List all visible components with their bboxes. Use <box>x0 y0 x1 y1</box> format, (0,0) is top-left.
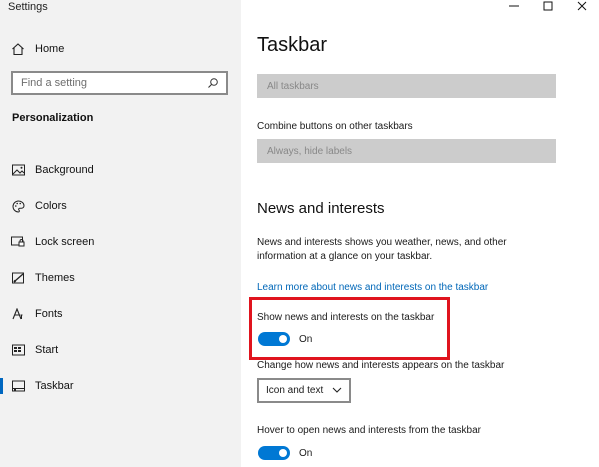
change-appearance-label: Change how news and interests appears on… <box>257 360 505 371</box>
palette-icon <box>11 199 25 213</box>
learn-more-link[interactable]: Learn more about news and interests on t… <box>257 282 488 293</box>
page-title: Taskbar <box>257 34 328 56</box>
sidebar-item-taskbar[interactable]: Taskbar <box>0 368 241 404</box>
nav-home-label: Home <box>35 43 65 55</box>
maximize-icon <box>543 0 553 16</box>
nav-home[interactable]: Home <box>10 38 64 60</box>
sidebar-item-label: Taskbar <box>35 380 74 392</box>
image-icon <box>11 163 25 177</box>
minimize-icon <box>509 0 519 16</box>
home-icon <box>10 41 26 57</box>
themes-icon <box>11 271 25 285</box>
toggle-knob <box>279 449 287 457</box>
news-description: News and interests shows you weather, ne… <box>257 237 507 262</box>
hover-open-label: Hover to open news and interests from th… <box>257 425 482 436</box>
hover-open-state: On <box>299 448 313 459</box>
main-panel: Taskbar All taskbars Combine buttons on … <box>241 0 599 467</box>
lock-screen-icon <box>11 235 25 249</box>
show-news-state: On <box>299 334 313 345</box>
sidebar-item-lock-screen[interactable]: Lock screen <box>0 224 241 260</box>
show-news-toggle[interactable] <box>258 332 290 346</box>
sidebar-item-label: Fonts <box>35 308 63 320</box>
news-heading: News and interests <box>257 200 385 217</box>
show-news-label: Show news and interests on the taskbar <box>257 312 435 323</box>
sidebar-item-label: Colors <box>35 200 67 212</box>
sidebar-item-colors[interactable]: Colors <box>0 188 241 224</box>
chevron-down-icon <box>332 385 342 396</box>
search-input[interactable] <box>21 77 206 89</box>
sidebar-item-label: Background <box>35 164 94 176</box>
search-box[interactable] <box>11 71 228 95</box>
section-heading: Personalization <box>12 112 94 124</box>
maximize-button[interactable] <box>531 0 565 14</box>
nav-list: Background Colors Lock screen Themes Fon… <box>0 152 241 404</box>
sidebar-item-background[interactable]: Background <box>0 152 241 188</box>
sidebar-item-fonts[interactable]: Fonts <box>0 296 241 332</box>
taskbars-dropdown: All taskbars <box>257 74 556 98</box>
combine-dropdown: Always, hide labels <box>257 139 556 163</box>
hover-open-toggle[interactable] <box>258 446 290 460</box>
sidebar-item-themes[interactable]: Themes <box>0 260 241 296</box>
highlight-box <box>249 297 450 360</box>
sidebar-item-label: Start <box>35 344 59 356</box>
appearance-select-value: Icon and text <box>266 385 324 396</box>
minimize-button[interactable] <box>497 0 531 14</box>
sidebar-item-start[interactable]: Start <box>0 332 241 368</box>
window-controls <box>497 0 599 14</box>
search-icon[interactable] <box>206 76 220 90</box>
appearance-select[interactable]: Icon and text <box>257 378 351 403</box>
app-title: Settings <box>8 1 48 13</box>
sidebar-item-label: Themes <box>35 272 75 284</box>
fonts-icon <box>11 307 25 321</box>
toggle-knob <box>279 335 287 343</box>
sidebar: Settings Home Personalization Background… <box>0 0 241 467</box>
close-button[interactable] <box>565 0 599 14</box>
sidebar-item-label: Lock screen <box>35 236 95 248</box>
taskbar-icon <box>11 379 25 393</box>
close-icon <box>577 0 587 16</box>
resize-grip-icon[interactable] <box>447 462 451 467</box>
start-icon <box>11 343 25 357</box>
combine-label: Combine buttons on other taskbars <box>257 121 413 132</box>
